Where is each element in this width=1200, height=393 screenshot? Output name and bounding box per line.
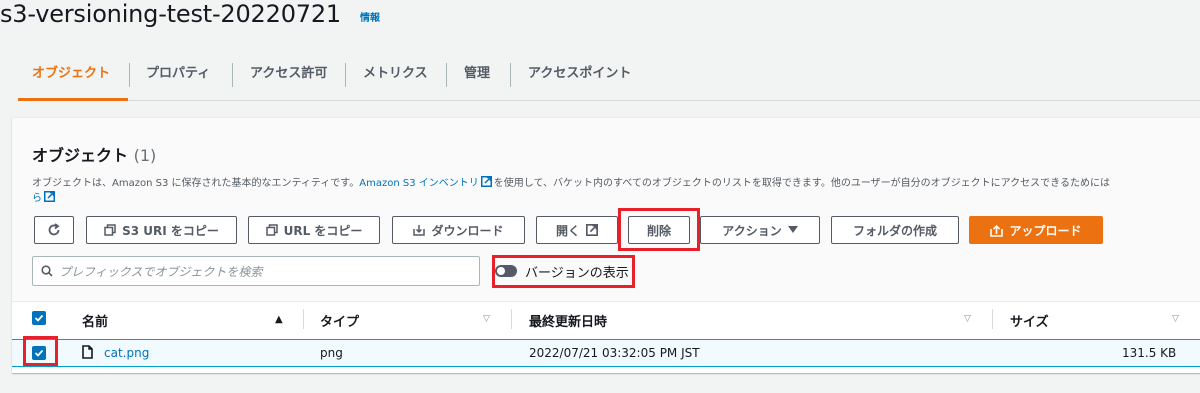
copy-icon	[104, 224, 116, 236]
external-link-icon	[44, 191, 55, 202]
copy-s3-uri-button[interactable]: S3 URI をコピー	[86, 216, 237, 244]
sort-icon[interactable]: ▽	[964, 314, 971, 324]
refresh-icon	[48, 223, 60, 236]
tab-label: オブジェクト	[32, 66, 111, 81]
column-header-last-modified[interactable]: 最終更新日時	[529, 311, 607, 330]
tab-label: プロパティ	[146, 66, 211, 81]
tab-label: メトリクス	[363, 66, 428, 81]
description-text: オブジェクトは、Amazon S3 に保存された基本的なエンティティです。	[32, 178, 360, 189]
upload-button[interactable]: アップロード	[969, 216, 1103, 244]
create-folder-label: フォルダの作成	[852, 223, 937, 238]
objects-heading: オブジェクト (1)	[32, 142, 156, 166]
column-divider[interactable]	[303, 309, 304, 329]
tab-divider	[446, 63, 447, 87]
tab-access-points[interactable]: アクセスポイント	[528, 56, 631, 101]
info-link[interactable]: 情報	[360, 9, 380, 24]
highlight-versions-toggle	[492, 255, 635, 288]
objects-count: (1)	[133, 146, 157, 165]
copy-icon	[265, 224, 278, 236]
tab-label: 管理	[464, 66, 491, 81]
tab-label: アクセスポイント	[528, 66, 632, 81]
tab-properties[interactable]: プロパティ	[146, 56, 210, 101]
search-placeholder: プレフィックスでオブジェクトを検索	[59, 264, 263, 279]
tab-divider	[345, 63, 346, 87]
actions-dropdown[interactable]: アクション	[700, 216, 820, 244]
download-label: ダウンロード	[431, 223, 504, 238]
tab-metrics[interactable]: メトリクス	[363, 56, 428, 101]
check-icon	[34, 314, 44, 322]
tab-label: アクセス許可	[250, 66, 328, 81]
upload-label: アップロード	[1009, 223, 1082, 238]
copy-s3-uri-label: S3 URI をコピー	[122, 223, 219, 238]
tab-bar: オブジェクト プロパティ アクセス許可 メトリクス 管理 アクセスポイント	[18, 56, 1200, 101]
upload-icon	[990, 224, 1004, 237]
sort-ascending-icon[interactable]: ▲	[275, 314, 283, 325]
tab-permissions[interactable]: アクセス許可	[250, 56, 327, 101]
tab-management[interactable]: 管理	[464, 56, 490, 101]
description-text-continued: を使用して、バケット内のすべてのオブジェクトのリストを取得できます。他のユーザー…	[493, 178, 1110, 189]
create-folder-button[interactable]: フォルダの作成	[831, 216, 959, 244]
tab-divider	[129, 63, 130, 87]
description-wrap-link[interactable]: ら	[32, 193, 42, 204]
tab-objects[interactable]: オブジェクト	[18, 56, 128, 101]
file-icon	[82, 345, 93, 359]
object-name-link[interactable]: cat.png	[104, 346, 149, 360]
download-button[interactable]: ダウンロード	[392, 216, 525, 244]
actions-label: アクション	[722, 223, 782, 238]
search-icon	[41, 265, 53, 277]
search-input[interactable]: プレフィックスでオブジェクトを検索	[32, 256, 480, 286]
object-type: png	[320, 346, 343, 360]
objects-panel: オブジェクト (1) オブジェクトは、Amazon S3 に保存された基本的なエ…	[12, 117, 1200, 373]
highlight-row-checkbox	[23, 336, 58, 366]
object-size: 131.5 KB	[1122, 346, 1177, 360]
objects-heading-text: オブジェクト	[32, 146, 129, 165]
tab-divider	[510, 63, 511, 87]
sort-icon[interactable]: ▽	[1172, 314, 1179, 324]
open-button[interactable]: 開く	[536, 216, 618, 244]
object-last-modified: 2022/07/21 03:32:05 PM JST	[529, 346, 700, 360]
open-label: 開く	[555, 223, 580, 238]
external-link-icon	[586, 224, 598, 236]
tab-divider	[232, 63, 233, 87]
select-all-checkbox[interactable]	[32, 311, 46, 325]
sort-icon[interactable]: ▽	[483, 314, 490, 324]
highlight-delete	[618, 208, 700, 251]
copy-url-label: URL をコピー	[283, 223, 363, 238]
download-icon	[413, 225, 426, 236]
column-header-size[interactable]: サイズ	[1010, 311, 1049, 330]
refresh-button[interactable]	[34, 216, 74, 244]
column-header-type[interactable]: タイプ	[320, 311, 359, 330]
caret-down-icon	[787, 226, 798, 233]
page-title: s3-versioning-test-20220721	[0, 0, 341, 28]
copy-url-button[interactable]: URL をコピー	[248, 216, 380, 244]
column-divider[interactable]	[511, 309, 512, 329]
external-link-icon	[480, 176, 492, 187]
objects-description: オブジェクトは、Amazon S3 に保存された基本的なエンティティです。Ama…	[32, 176, 1110, 206]
column-divider[interactable]	[992, 309, 993, 329]
column-header-name[interactable]: 名前	[82, 311, 108, 330]
inventory-link[interactable]: Amazon S3 インベントリ	[359, 178, 478, 189]
